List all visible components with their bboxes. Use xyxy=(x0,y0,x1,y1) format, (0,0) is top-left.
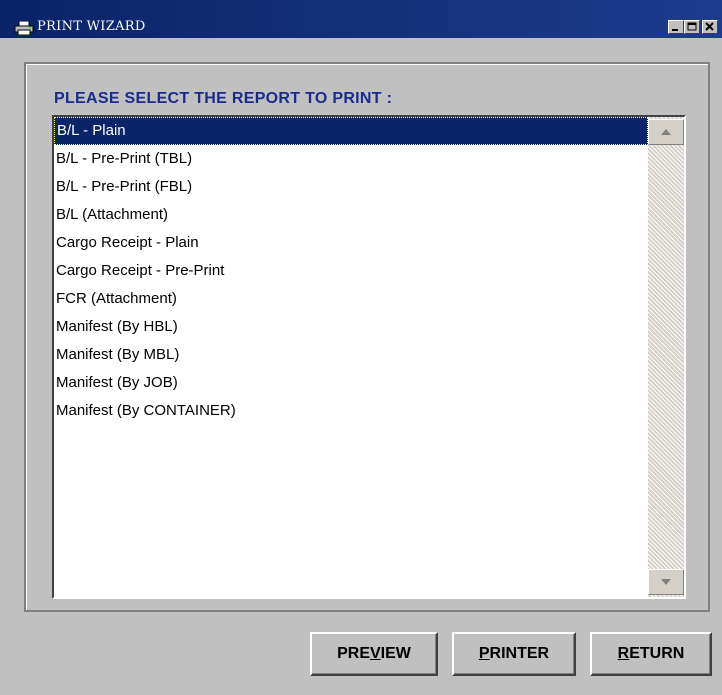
preview-button[interactable]: PREVIEW xyxy=(310,632,438,676)
report-list-item[interactable]: B/L - Plain xyxy=(54,117,648,145)
report-list-item[interactable]: Manifest (By JOB) xyxy=(54,369,648,397)
preview-label-start: PRE xyxy=(337,645,370,662)
maximize-icon xyxy=(687,22,697,31)
report-list-item[interactable]: B/L - Pre-Print (FBL) xyxy=(54,173,648,201)
return-label-end: ETURN xyxy=(629,645,685,662)
report-list-item[interactable]: B/L (Attachment) xyxy=(54,201,648,229)
printer-icon xyxy=(14,20,34,36)
report-list-item[interactable]: Cargo Receipt - Plain xyxy=(54,229,648,257)
select-report-prompt: PLEASE SELECT THE REPORT TO PRINT : xyxy=(54,90,393,107)
scroll-down-button[interactable] xyxy=(648,569,684,595)
report-list-item[interactable]: Manifest (By CONTAINER) xyxy=(54,397,648,425)
printer-label-mnemonic: P xyxy=(478,645,490,662)
close-icon xyxy=(705,22,714,31)
arrow-down-icon xyxy=(661,579,671,585)
preview-label-end: IEW xyxy=(380,645,411,662)
vertical-scrollbar[interactable] xyxy=(648,117,684,597)
return-button[interactable]: RETURN xyxy=(590,632,712,676)
minimize-button[interactable] xyxy=(668,20,684,34)
report-list-item[interactable]: Cargo Receipt - Pre-Print xyxy=(54,257,648,285)
printer-button[interactable]: PRINTER xyxy=(452,632,576,676)
title-bar[interactable]: PRINT WIZARD xyxy=(0,0,722,38)
window-title: PRINT WIZARD xyxy=(37,19,146,34)
printer-label-end: RINTER xyxy=(489,645,550,662)
maximize-button[interactable] xyxy=(684,20,700,34)
minimize-icon xyxy=(672,29,678,31)
report-list: B/L - Plain B/L - Pre-Print (TBL) B/L - Pr… xyxy=(54,117,648,425)
return-label-mnemonic: R xyxy=(617,645,630,662)
report-list-item[interactable]: Manifest (By HBL) xyxy=(54,313,648,341)
report-list-item[interactable]: Manifest (By MBL) xyxy=(54,341,648,369)
print-wizard-window: PRINT WIZARD PLEASE SELECT THE REPORT TO… xyxy=(0,0,722,695)
preview-label-mnemonic: V xyxy=(370,645,381,662)
report-listbox[interactable]: B/L - Plain B/L - Pre-Print (TBL) B/L - Pr… xyxy=(52,115,686,599)
report-list-item[interactable]: FCR (Attachment) xyxy=(54,285,648,313)
arrow-up-icon xyxy=(661,129,671,135)
report-list-item[interactable]: B/L - Pre-Print (TBL) xyxy=(54,145,648,173)
close-button[interactable] xyxy=(702,20,718,34)
scroll-up-button[interactable] xyxy=(648,119,684,145)
